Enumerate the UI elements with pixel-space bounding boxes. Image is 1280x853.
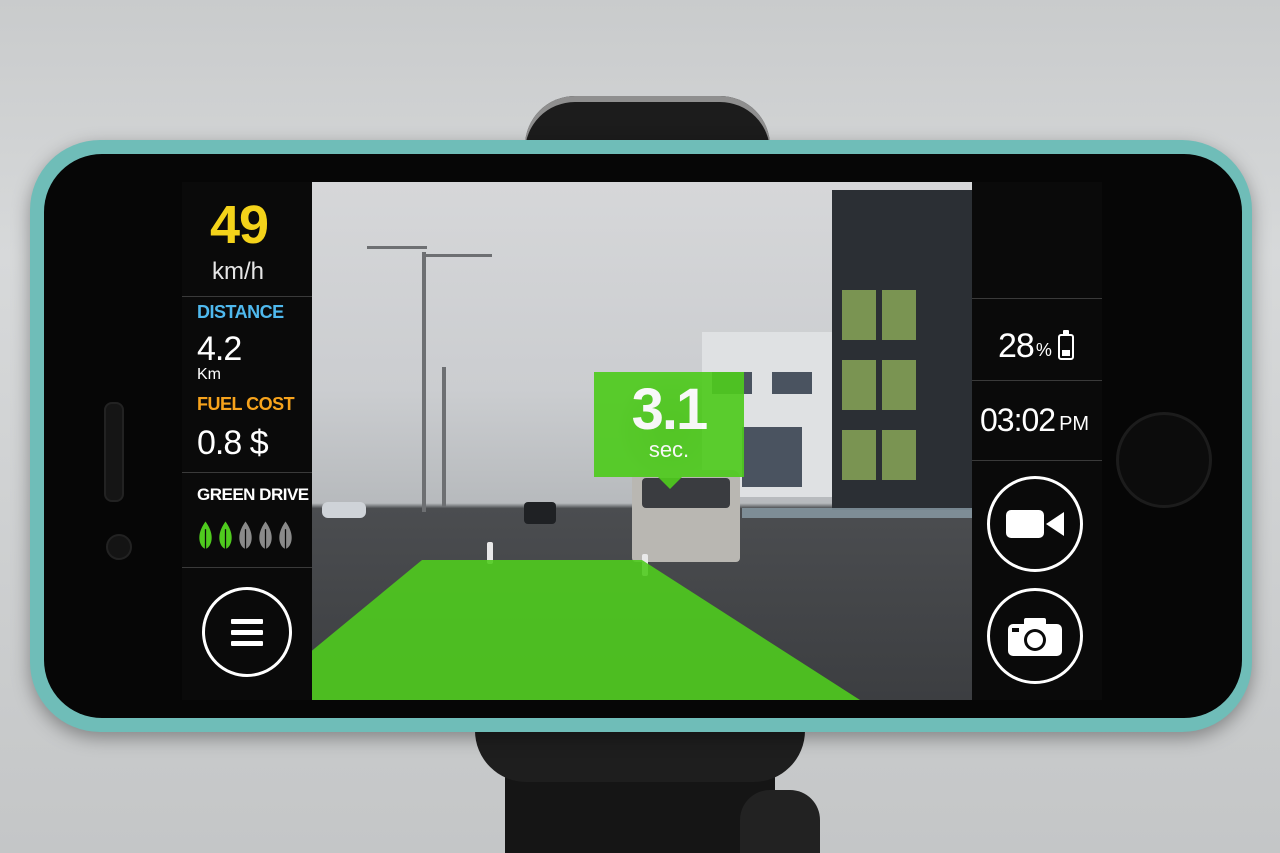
record-video-button[interactable]: [987, 476, 1083, 572]
leaf-icon-inactive: [259, 521, 272, 551]
speed-value: 49: [210, 195, 269, 255]
leaf-icon-active: [199, 521, 212, 551]
video-camera-icon: [1006, 510, 1064, 538]
earpiece: [104, 402, 124, 502]
left-panel: 49 km/h DISTANCE 4.2 Km FUEL COST 0.8 $ …: [182, 182, 312, 700]
leaf-icon-active: [219, 521, 232, 551]
green-drive-label: GREEN DRIVE: [197, 485, 309, 504]
clock: 03:02 PM: [980, 402, 1089, 439]
battery-value: 28: [998, 327, 1035, 365]
clock-ampm: PM: [1059, 413, 1090, 435]
fuel-cost-value: 0.8 $: [197, 424, 269, 462]
leaf-icon-inactive: [239, 521, 252, 551]
menu-button[interactable]: [202, 587, 292, 677]
distance-label: DISTANCE: [197, 302, 284, 322]
headway-callout: 3.1 sec.: [594, 372, 744, 489]
fuel-cost-label: FUEL COST: [197, 394, 295, 414]
battery-icon: [1057, 330, 1074, 360]
phone-mount-knob: [740, 790, 820, 853]
clock-time: 03:02: [980, 402, 1056, 438]
hamburger-menu-icon: [231, 618, 263, 646]
right-panel: 28 % 03:02 PM: [972, 182, 1102, 700]
distance-value: 4.2: [197, 330, 242, 368]
headway-unit: sec.: [648, 437, 690, 462]
home-button[interactable]: [1116, 412, 1212, 508]
speed-unit: km/h: [212, 258, 265, 285]
photo-camera-icon: [1008, 618, 1062, 656]
camera-view: 3.1 sec.: [312, 182, 972, 700]
green-drive-leaves: [197, 520, 294, 552]
front-camera: [106, 534, 132, 560]
leaf-icon-inactive: [279, 521, 292, 551]
take-photo-button[interactable]: [987, 588, 1083, 684]
battery-status: 28 %: [998, 327, 1074, 366]
battery-unit: %: [1035, 340, 1052, 360]
app-screen: 3.1 sec. 49 km/h DISTANCE 4.2 Km FUEL CO…: [182, 182, 1102, 700]
distance-unit: Km: [197, 366, 221, 383]
headway-value: 3.1: [631, 377, 709, 442]
